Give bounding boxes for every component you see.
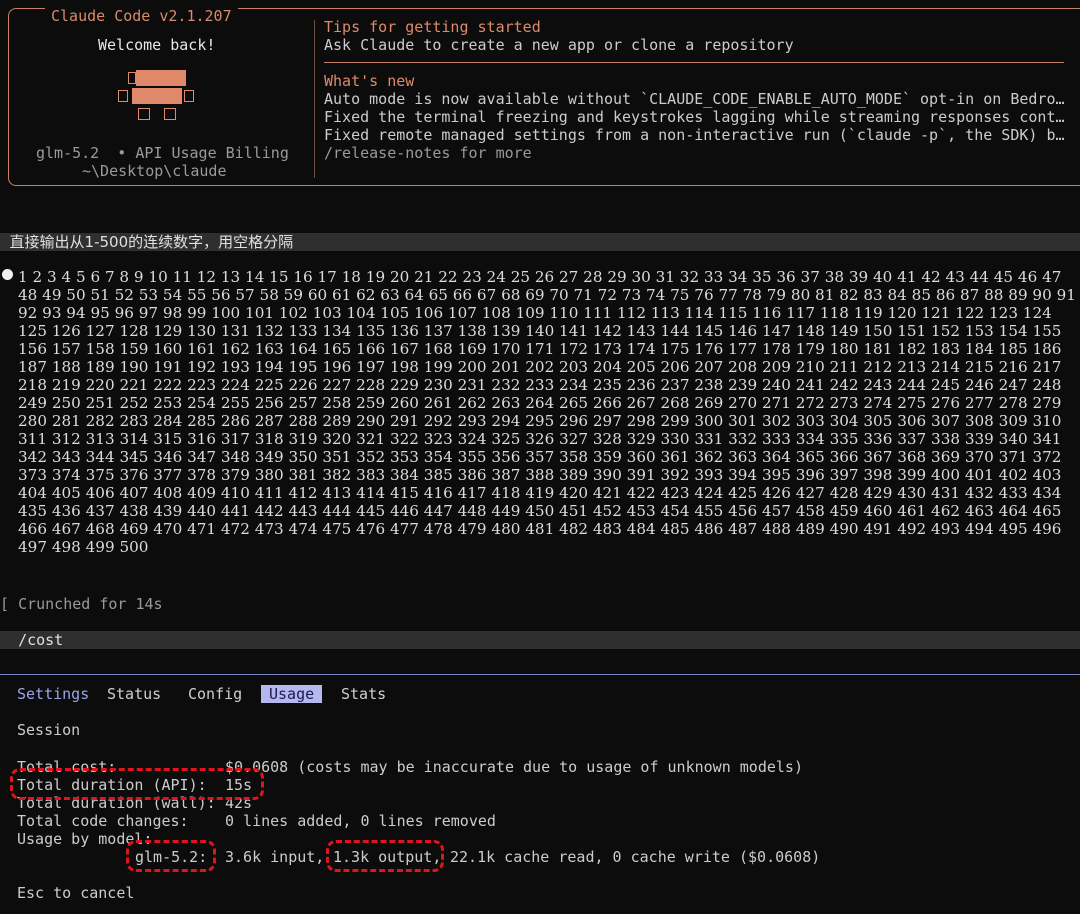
- code-changes-label: Total code changes:: [17, 812, 189, 830]
- crunched-text: Crunched for 14s: [18, 595, 163, 613]
- news-item: Auto mode is now available without `CLAU…: [324, 90, 1065, 108]
- prompt-text: 直接输出从1-500的连续数字，用空格分隔: [9, 233, 294, 251]
- model-billing: glm-5.2 • API Usage Billing: [36, 144, 289, 162]
- code-changes-value: 0 lines added, 0 lines removed: [225, 812, 496, 830]
- model-cache: 22.1k cache read, 0 cache write ($0.0608…: [450, 848, 821, 866]
- tab-stats[interactable]: Stats: [341, 685, 386, 703]
- tips-divider: [324, 62, 1064, 63]
- command-bar: [0, 631, 1080, 649]
- tips-title: Tips for getting started: [324, 18, 541, 36]
- total-cost-value: $0.0608 (costs may be inaccurate due to …: [225, 758, 803, 776]
- highlight-model-name: [126, 840, 216, 872]
- whats-new-title: What's new: [324, 72, 415, 90]
- news-item: Fixed remote managed settings from a non…: [324, 126, 1065, 144]
- response-bullet-icon: [2, 269, 13, 280]
- command-text: /cost: [18, 631, 64, 649]
- claude-mascot-icon: [118, 70, 200, 124]
- panel-separator: [0, 674, 1080, 675]
- crunched-status: [ Crunched for 14s: [0, 595, 163, 613]
- highlight-output-tokens: [326, 840, 444, 872]
- highlight-api-duration: [10, 768, 264, 800]
- model-input: 3.6k input,: [225, 848, 325, 866]
- tab-status[interactable]: Status: [107, 685, 161, 703]
- working-directory: ~\Desktop\claude: [82, 162, 227, 180]
- esc-hint: Esc to cancel: [17, 884, 135, 902]
- numbers-output: 1 2 3 4 5 6 7 8 9 10 11 12 13 14 15 16 1…: [18, 268, 1076, 556]
- panel-divider: [314, 20, 315, 178]
- news-item: Fixed the terminal freezing and keystrok…: [324, 108, 1065, 126]
- app-title: Claude Code v2.1.207: [45, 7, 238, 25]
- tab-settings[interactable]: Settings: [17, 685, 89, 703]
- command-prompt: /cost: [0, 631, 63, 649]
- tips-text: Ask Claude to create a new app or clone …: [324, 36, 794, 54]
- session-heading: Session: [17, 721, 81, 739]
- welcome-text: Welcome back!: [98, 36, 216, 54]
- asterisk-icon: [: [0, 595, 19, 613]
- tab-usage[interactable]: Usage: [261, 685, 323, 703]
- tab-config[interactable]: Config: [188, 685, 242, 703]
- release-notes-hint: /release-notes for more: [324, 144, 532, 162]
- user-prompt-chinese: 直接输出从1-500的连续数字，用空格分隔: [0, 233, 294, 251]
